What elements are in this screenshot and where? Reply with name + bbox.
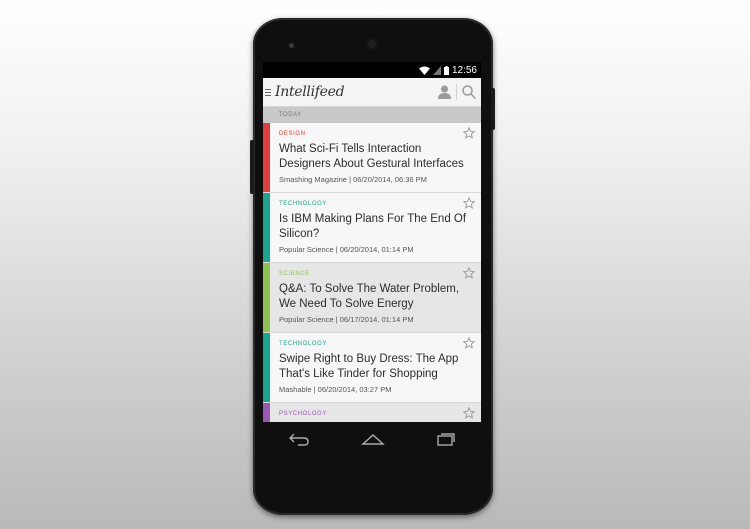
card-meta: Smashing Magazine | 06/20/2014, 06:36 PM [279, 175, 427, 184]
card-category: TECHNOLOGY [279, 341, 328, 347]
card-title: Is IBM Making Plans For The End Of Silic… [279, 213, 467, 240]
card-source: Popular Science [279, 245, 334, 254]
card-separator: | [349, 175, 352, 184]
menu-icon[interactable] [265, 88, 271, 96]
section-header-today: TODAY [263, 107, 481, 123]
card-meta: Popular Science | 06/20/2014, 01:14 PM [279, 245, 414, 254]
wifi-icon [418, 66, 430, 75]
profile-icon [437, 85, 451, 99]
feed-card[interactable]: TECHNOLOGY Is IBM Making Plans For The E… [263, 193, 481, 263]
card-datetime: 06/20/2014, 01:14 PM [339, 245, 414, 254]
signal-icon [432, 65, 441, 75]
card-datetime: 06/20/2014, 03:27 PM [317, 385, 392, 394]
card-datetime: 06/20/2014, 06:36 PM [353, 175, 427, 184]
battery-icon [443, 65, 449, 75]
system-nav-bar [263, 424, 481, 454]
feed-list: DESIGN What Sci-Fi Tells Interaction Des… [263, 123, 481, 422]
recents-icon[interactable] [436, 432, 456, 446]
card-title: Swipe Right to Buy Dress: The App That's… [279, 353, 459, 380]
phone-screen: 12:56 Intellifeed TODAY DESIGN What Sci-… [263, 62, 481, 422]
card-separator: | [335, 245, 338, 254]
card-source: Mashable [279, 385, 312, 394]
sensor-dot [289, 43, 294, 48]
star-icon[interactable] [463, 197, 475, 209]
star-icon[interactable] [463, 407, 475, 419]
status-bar: 12:56 [263, 62, 481, 78]
card-meta: Mashable | 06/20/2014, 03:27 PM [279, 385, 391, 394]
card-datetime: 06/17/2014, 01:14 PM [339, 315, 414, 324]
category-color-bar [263, 193, 270, 262]
home-icon[interactable] [361, 433, 385, 445]
power-button [491, 88, 495, 130]
app-bar: Intellifeed [263, 78, 481, 107]
status-time: 12:56 [451, 64, 477, 76]
app-logo: Intellifeed [275, 84, 345, 100]
star-icon[interactable] [463, 267, 475, 279]
card-separator: | [335, 315, 338, 324]
card-title: What Sci-Fi Tells Interaction Designers … [279, 143, 464, 170]
category-color-bar [263, 333, 270, 402]
feed-card[interactable]: SCIENCE Q&A: To Solve The Water Problem,… [263, 263, 481, 333]
search-icon [462, 85, 476, 99]
category-color-bar [263, 123, 270, 192]
search-button[interactable] [457, 78, 481, 106]
card-title: Q&A: To Solve The Water Problem, We Need… [279, 283, 460, 310]
category-color-bar [263, 403, 270, 422]
volume-button [250, 140, 254, 194]
card-category: DESIGN [279, 131, 306, 137]
star-icon[interactable] [463, 127, 475, 139]
category-color-bar [263, 263, 270, 332]
card-category: PSYCHOLOGY [279, 411, 328, 417]
feed-card[interactable]: DESIGN What Sci-Fi Tells Interaction Des… [263, 123, 481, 193]
feed-card[interactable]: PSYCHOLOGY [263, 403, 481, 422]
back-icon[interactable] [288, 432, 310, 446]
card-separator: | [313, 385, 316, 394]
card-source: Popular Science [279, 315, 334, 324]
section-label: TODAY [279, 112, 302, 118]
card-category: TECHNOLOGY [279, 201, 328, 207]
front-camera [366, 38, 378, 50]
profile-button[interactable] [432, 78, 456, 106]
star-icon[interactable] [463, 337, 475, 349]
card-source: Smashing Magazine [279, 175, 347, 184]
card-meta: Popular Science | 06/17/2014, 01:14 PM [279, 315, 414, 324]
feed-card[interactable]: TECHNOLOGY Swipe Right to Buy Dress: The… [263, 333, 481, 403]
card-category: SCIENCE [279, 271, 310, 277]
